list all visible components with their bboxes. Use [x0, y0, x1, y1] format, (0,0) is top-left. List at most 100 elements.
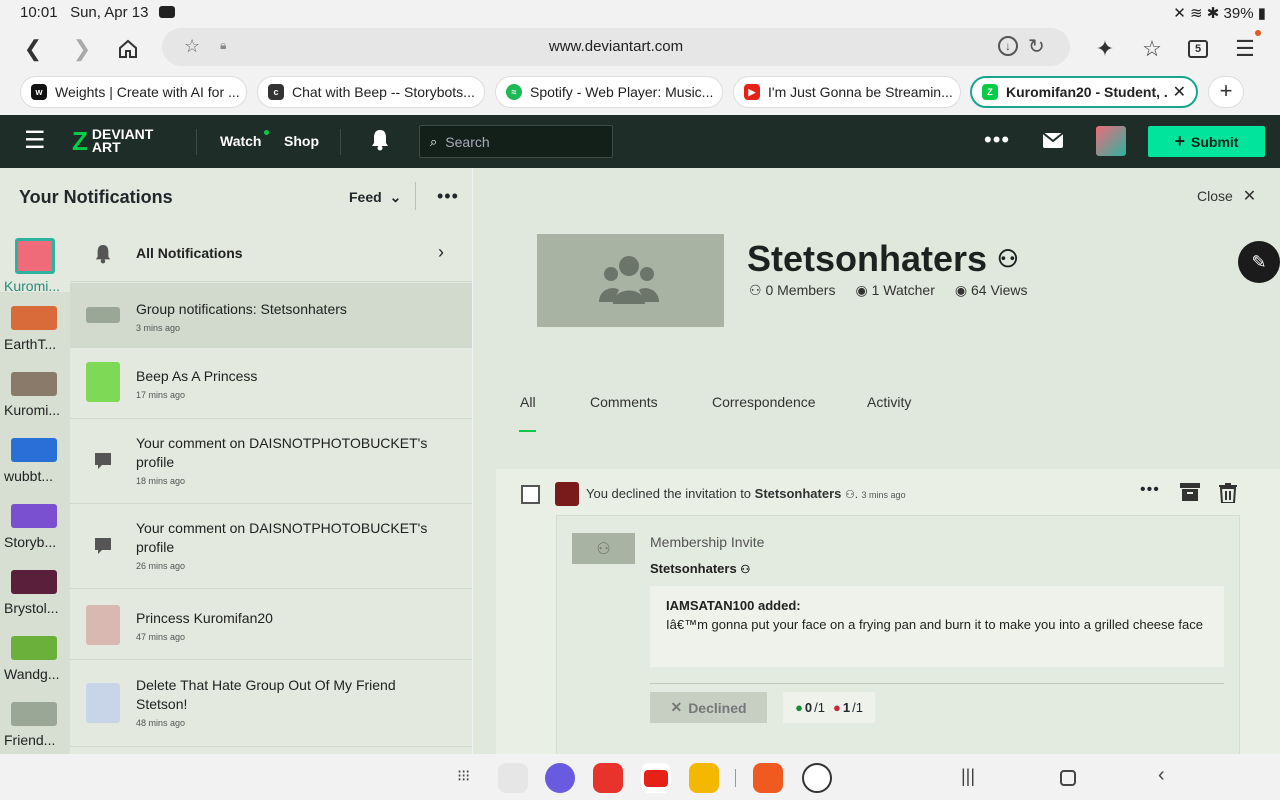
- sender-item[interactable]: Friend...: [0, 694, 70, 754]
- watchers-count: 1 Watcher: [871, 282, 935, 298]
- tab-spotify[interactable]: ≈ Spotify - Web Player: Music...: [495, 76, 723, 108]
- trash-icon[interactable]: [1219, 483, 1237, 508]
- brave-app-icon[interactable]: [753, 763, 783, 793]
- feed-dropdown[interactable]: Feed ⌄: [349, 189, 401, 206]
- list-item[interactable]: Your comment on DAISNOTPHOTOBUCKET's pro…: [70, 420, 472, 504]
- sender-avatar: [11, 504, 57, 528]
- sender-item[interactable]: wubbt...: [0, 430, 70, 496]
- item-group-link[interactable]: Stetsonhaters: [755, 486, 842, 501]
- app-drawer-icon[interactable]: ⁝⁝⁝: [457, 766, 470, 786]
- shop-link[interactable]: Shop: [284, 133, 319, 149]
- tabs-icon[interactable]: 5: [1183, 34, 1213, 64]
- watch-link[interactable]: Watch: [220, 133, 261, 149]
- mail-icon[interactable]: [1042, 132, 1064, 148]
- home-nav-icon[interactable]: [1060, 770, 1076, 786]
- soccer-app-icon[interactable]: [802, 763, 832, 793]
- watchers-stat[interactable]: ◉ 1 Watcher: [855, 282, 934, 299]
- divider: [196, 129, 197, 155]
- address-bar[interactable]: ☆ 🔒︎ www.deviantart.com ↓ ↻: [162, 28, 1070, 66]
- group-badge-icon: ⚇.: [845, 489, 858, 501]
- group-name-text: Stetsonhaters: [747, 238, 988, 279]
- list-item[interactable]: Delete That Hate Group Out Of My Friend …: [70, 661, 472, 747]
- invite-message: IAMSATAN100 added: Iâ€™m gonna put your …: [650, 586, 1224, 667]
- internet-app-icon[interactable]: [545, 763, 575, 793]
- tab-youtube[interactable]: ▶ I'm Just Gonna be Streamin...: [733, 76, 961, 108]
- list-item[interactable]: Your comment on DAISNOTPHOTOBUCKET's pro…: [70, 505, 472, 589]
- group-avatar[interactable]: [537, 234, 724, 327]
- tab-label: Spotify - Web Player: Music...: [530, 84, 714, 100]
- bell-icon[interactable]: [370, 129, 390, 156]
- tab-comments[interactable]: Comments: [590, 394, 658, 410]
- status-right: ✕ ≋ ✱ 39% ▮: [1173, 4, 1266, 22]
- bookmarks-icon[interactable]: ☆: [1137, 34, 1167, 64]
- plus-icon: +: [1174, 131, 1186, 151]
- tab-all[interactable]: All: [520, 394, 536, 410]
- folder-app-icon[interactable]: [498, 763, 528, 793]
- reload-icon[interactable]: ↻: [1028, 34, 1045, 59]
- submit-button[interactable]: + Submit: [1148, 126, 1265, 157]
- archive-icon[interactable]: [1180, 483, 1200, 506]
- new-tab-icon[interactable]: +: [1208, 76, 1244, 108]
- ai-sparkle-icon[interactable]: ✦: [1090, 34, 1120, 64]
- hamburger-icon[interactable]: ☰: [24, 129, 46, 153]
- list-item-all[interactable]: All Notifications ›: [70, 226, 472, 282]
- sender-item[interactable]: Kuromi...: [0, 364, 70, 430]
- tab-close-icon[interactable]: ✕: [1173, 82, 1186, 102]
- back-icon[interactable]: ❮: [18, 34, 48, 64]
- more-icon[interactable]: •••: [1140, 481, 1160, 499]
- list-item[interactable]: Princess Kuromifan20 47 mins ago: [70, 590, 472, 660]
- sender-item[interactable]: Kuromi...: [0, 226, 70, 294]
- youtube-app-icon[interactable]: [641, 763, 671, 793]
- forward-icon[interactable]: ❯: [67, 34, 97, 64]
- tab-deviantart[interactable]: Z Kuromifan20 - Student, ... ✕: [970, 76, 1198, 108]
- avatar[interactable]: [1096, 126, 1126, 156]
- declined-label: Declined: [688, 699, 747, 716]
- close-button[interactable]: Close ✕: [1197, 186, 1256, 206]
- tab-beep[interactable]: c Chat with Beep -- Storybots...: [257, 76, 485, 108]
- back-nav-icon[interactable]: ‹: [1158, 764, 1165, 787]
- tab-weights[interactable]: w Weights | Create with AI for ...: [20, 76, 247, 108]
- list-item-time: 3 mins ago: [136, 323, 181, 333]
- bell-icon: [86, 237, 120, 271]
- list-item[interactable]: Group notifications: Stetsonhaters 3 min…: [70, 283, 472, 348]
- sender-item[interactable]: Storyb...: [0, 496, 70, 562]
- sender-column: Kuromi... EarthT... Kuromi... wubbt... S…: [0, 226, 70, 754]
- recents-icon[interactable]: |||: [961, 766, 975, 787]
- home-icon[interactable]: [113, 34, 143, 64]
- files-app-icon[interactable]: [689, 763, 719, 793]
- select-checkbox[interactable]: [521, 485, 540, 504]
- battery-icon: ▮: [1257, 5, 1266, 22]
- browser-toolbar: ❮ ❯ ☆ 🔒︎ www.deviantart.com ↓ ↻ ✦ ☆ 5 ☰: [0, 26, 1280, 72]
- card-group[interactable]: Stetsonhaters ⚇: [650, 561, 750, 576]
- edit-pencil-icon[interactable]: ✎: [1238, 241, 1280, 283]
- members-stat[interactable]: ⚇ 0 Members: [749, 282, 835, 299]
- notification-detail: Close ✕ Stetsonhaters ⚇ ⚇ 0 Members ◉ 1 …: [473, 168, 1280, 754]
- more-icon[interactable]: •••: [984, 127, 1010, 153]
- system-navigation-bar: ⁝⁝⁝ ||| ‹: [0, 754, 1280, 800]
- deviantart-logo[interactable]: Z DEVIANT ART: [72, 127, 153, 155]
- comment-icon: [86, 444, 120, 478]
- avatar[interactable]: [555, 482, 579, 506]
- sender-item[interactable]: Brystol...: [0, 562, 70, 628]
- sender-avatar: [11, 438, 57, 462]
- url-text[interactable]: www.deviantart.com: [162, 38, 1070, 55]
- group-icon: [599, 256, 659, 304]
- deviantart-favicon: Z: [982, 84, 998, 100]
- browser-tabs: w Weights | Create with AI for ... c Chat …: [0, 74, 1280, 114]
- sender-item[interactable]: EarthT...: [0, 298, 70, 364]
- list-item[interactable]: Beep As A Princess 17 mins ago: [70, 349, 472, 419]
- tab-activity[interactable]: Activity: [867, 394, 911, 410]
- search-input[interactable]: ⌕ Search: [419, 125, 613, 158]
- download-icon[interactable]: ↓: [998, 36, 1018, 56]
- more-icon[interactable]: •••: [437, 186, 459, 207]
- sender-name: Kuromi...: [4, 402, 61, 418]
- eye-icon: ◉: [954, 282, 971, 298]
- close-icon: ✕: [1242, 188, 1257, 205]
- tab-label: Weights | Create with AI for ...: [55, 84, 240, 100]
- tab-correspondence[interactable]: Correspondence: [712, 394, 816, 410]
- list-item-time: 47 mins ago: [136, 632, 186, 642]
- sender-item[interactable]: Wandg...: [0, 628, 70, 694]
- menu-icon[interactable]: ☰: [1230, 34, 1260, 64]
- thumbnail: [86, 362, 120, 402]
- flipboard-app-icon[interactable]: [593, 763, 623, 793]
